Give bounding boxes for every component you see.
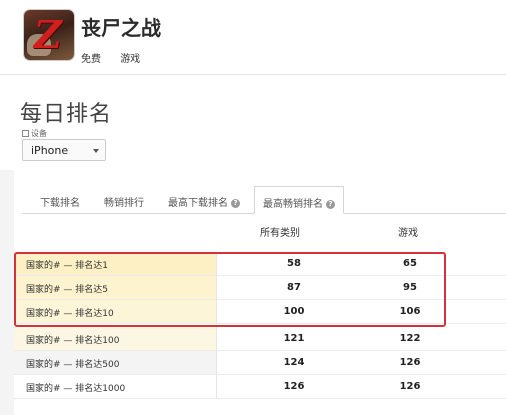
row-divider xyxy=(14,398,506,399)
tab-label: 最高下载排名 xyxy=(168,198,228,209)
device-select[interactable]: iPhone xyxy=(22,139,106,161)
z-logo-letter: Z xyxy=(34,12,62,57)
column-header-games: 游戏 xyxy=(398,228,418,239)
page-title: 每日排名 xyxy=(20,102,113,127)
help-icon[interactable]: ? xyxy=(326,199,335,209)
tab-label: 下载排名 xyxy=(40,198,80,209)
tab-label: 最高畅销排名 xyxy=(263,199,323,210)
app-header: Z 丧尸之战 免费 游戏 xyxy=(0,0,506,78)
ranking-tabs: 下载排名 畅销排行 最高下载排名? 最高畅销排名? xyxy=(22,186,506,214)
tab-label: 畅销排行 xyxy=(104,198,144,209)
device-label: 设备 xyxy=(22,128,47,139)
cell-games: 126 xyxy=(399,381,421,392)
zombie-game-icon[interactable]: Z xyxy=(24,10,74,60)
tab-top-grossing-rank[interactable]: 最高畅销排名? xyxy=(254,186,344,214)
checkbox-icon xyxy=(22,130,29,137)
side-strip xyxy=(0,170,14,415)
device-label-text: 设备 xyxy=(31,129,47,138)
cell-all: 121 xyxy=(283,333,305,344)
row-label: 国家的# — 排名达100 xyxy=(14,327,216,351)
cell-separator xyxy=(216,327,217,351)
table-row: 国家的# — 排名达1000 126 126 xyxy=(14,375,506,399)
tab-grossing-rank[interactable]: 畅销排行 xyxy=(104,194,144,209)
cell-all: 126 xyxy=(283,381,305,392)
cell-games: 126 xyxy=(399,357,421,368)
cell-games: 122 xyxy=(399,333,421,344)
app-name: 丧尸之战 xyxy=(81,16,161,40)
row-label: 国家的# — 排名达1000 xyxy=(14,375,216,399)
tab-top-download-rank[interactable]: 最高下载排名? xyxy=(168,194,240,209)
table-row: 国家的# — 排名达500 124 126 xyxy=(14,351,506,375)
chevron-down-icon xyxy=(93,149,99,153)
tab-download-rank[interactable]: 下载排名 xyxy=(40,194,80,209)
cell-separator xyxy=(216,351,217,375)
header-divider xyxy=(0,74,506,75)
app-category[interactable]: 游戏 xyxy=(120,54,140,65)
table-row: 国家的# — 排名达100 121 122 xyxy=(14,327,506,351)
row-label: 国家的# — 排名达500 xyxy=(14,351,216,375)
cell-all: 124 xyxy=(283,357,305,368)
app-price: 免费 xyxy=(81,54,101,65)
help-icon[interactable]: ? xyxy=(231,198,240,208)
highlight-box xyxy=(14,252,446,327)
cell-separator xyxy=(216,375,217,399)
app-meta: 免费 游戏 xyxy=(81,50,156,65)
device-select-value: iPhone xyxy=(31,144,69,157)
column-header-all: 所有类别 xyxy=(260,228,300,239)
